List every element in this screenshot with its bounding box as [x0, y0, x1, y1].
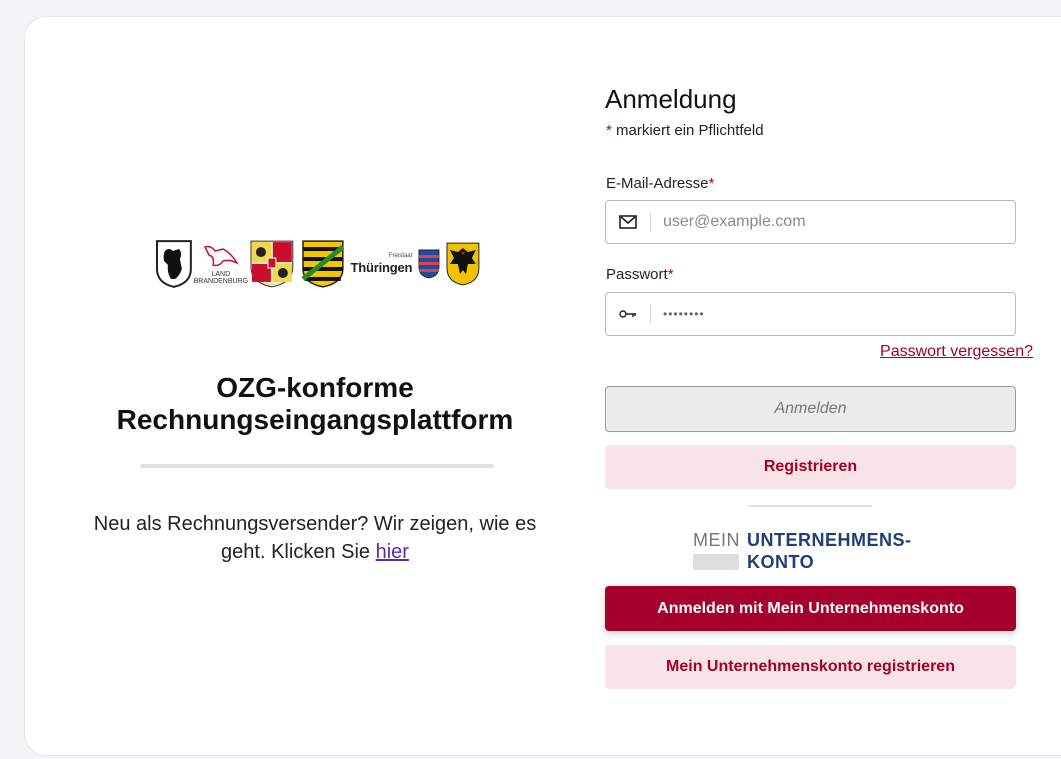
state-logos: LAND BRANDENBURG Freistaat Thüringen [155, 237, 480, 291]
platform-title: OZG-konforme Rechnungseingangsplattform [80, 372, 550, 436]
left-divider [140, 464, 494, 468]
brandenburg-text-1: LAND [211, 271, 231, 278]
password-required-star: * [667, 266, 674, 283]
password-input-box[interactable] [605, 292, 1016, 336]
brandenburg-eagle-icon [203, 245, 239, 267]
key-icon [606, 309, 650, 319]
email-label-text: E-Mail-Adresse [606, 175, 709, 192]
email-field[interactable] [661, 212, 1015, 232]
password-label-text: Passwort [606, 266, 668, 283]
thueringen-big: Thüringen [350, 260, 413, 275]
email-input-box[interactable] [605, 200, 1016, 244]
thueringen-wordmark: Freistaat Thüringen [350, 253, 412, 275]
muk-login-button[interactable]: Anmelden mit Mein Unternehmenskonto [605, 586, 1016, 631]
register-button[interactable]: Registrieren [605, 445, 1016, 489]
intro-link-hier[interactable]: hier [376, 541, 409, 563]
federal-eagle-icon [446, 242, 480, 286]
platform-title-line1: OZG-konforme [216, 372, 414, 403]
envelope-icon [606, 215, 650, 229]
brandenburg-text-2: BRANDENBURG [193, 278, 249, 285]
right-divider [748, 505, 872, 507]
intro-text: Neu als Rechnungsversender? Wir zeigen, … [90, 510, 540, 566]
mecklenburg-crest-icon [250, 240, 294, 288]
thueringen-lion-icon [418, 249, 440, 279]
login-title: Anmeldung [605, 84, 737, 114]
password-label: Passwort* [606, 266, 674, 283]
intro-sentence: Neu als Rechnungsversender? Wir zeigen, … [93, 513, 537, 563]
password-field[interactable] [661, 306, 1015, 322]
required-text: markiert ein Pflichtfeld [611, 122, 764, 139]
email-required-star: * [708, 175, 715, 192]
required-note: * markiert ein Pflichtfeld [606, 122, 764, 139]
platform-title-line2: Rechnungseingangsplattform [116, 404, 514, 435]
login-button[interactable]: Anmelden [605, 386, 1016, 432]
muk-logo-grey-bar [693, 554, 739, 570]
muk-register-button[interactable]: Mein Unternehmenskonto registrieren [605, 645, 1016, 689]
email-label: E-Mail-Adresse* [606, 175, 714, 192]
forgot-password-link[interactable]: Passwort vergessen? [880, 343, 1033, 361]
password-input-separator [650, 304, 651, 324]
mein-unternehmenskonto-logo: MEIN UNTERNEHMENS- KONTO [693, 530, 933, 572]
muk-logo-mein: MEIN [693, 530, 740, 550]
saxony-crest-icon [301, 240, 345, 288]
email-input-separator [650, 212, 651, 232]
berlin-bear-icon [155, 240, 192, 288]
muk-logo-unternehmens: UNTERNEHMENS- [747, 530, 912, 550]
muk-logo-konto: KONTO [747, 552, 815, 572]
thueringen-small: Freistaat [388, 253, 413, 259]
brandenburg-logo: LAND BRANDENBURG [194, 243, 248, 285]
